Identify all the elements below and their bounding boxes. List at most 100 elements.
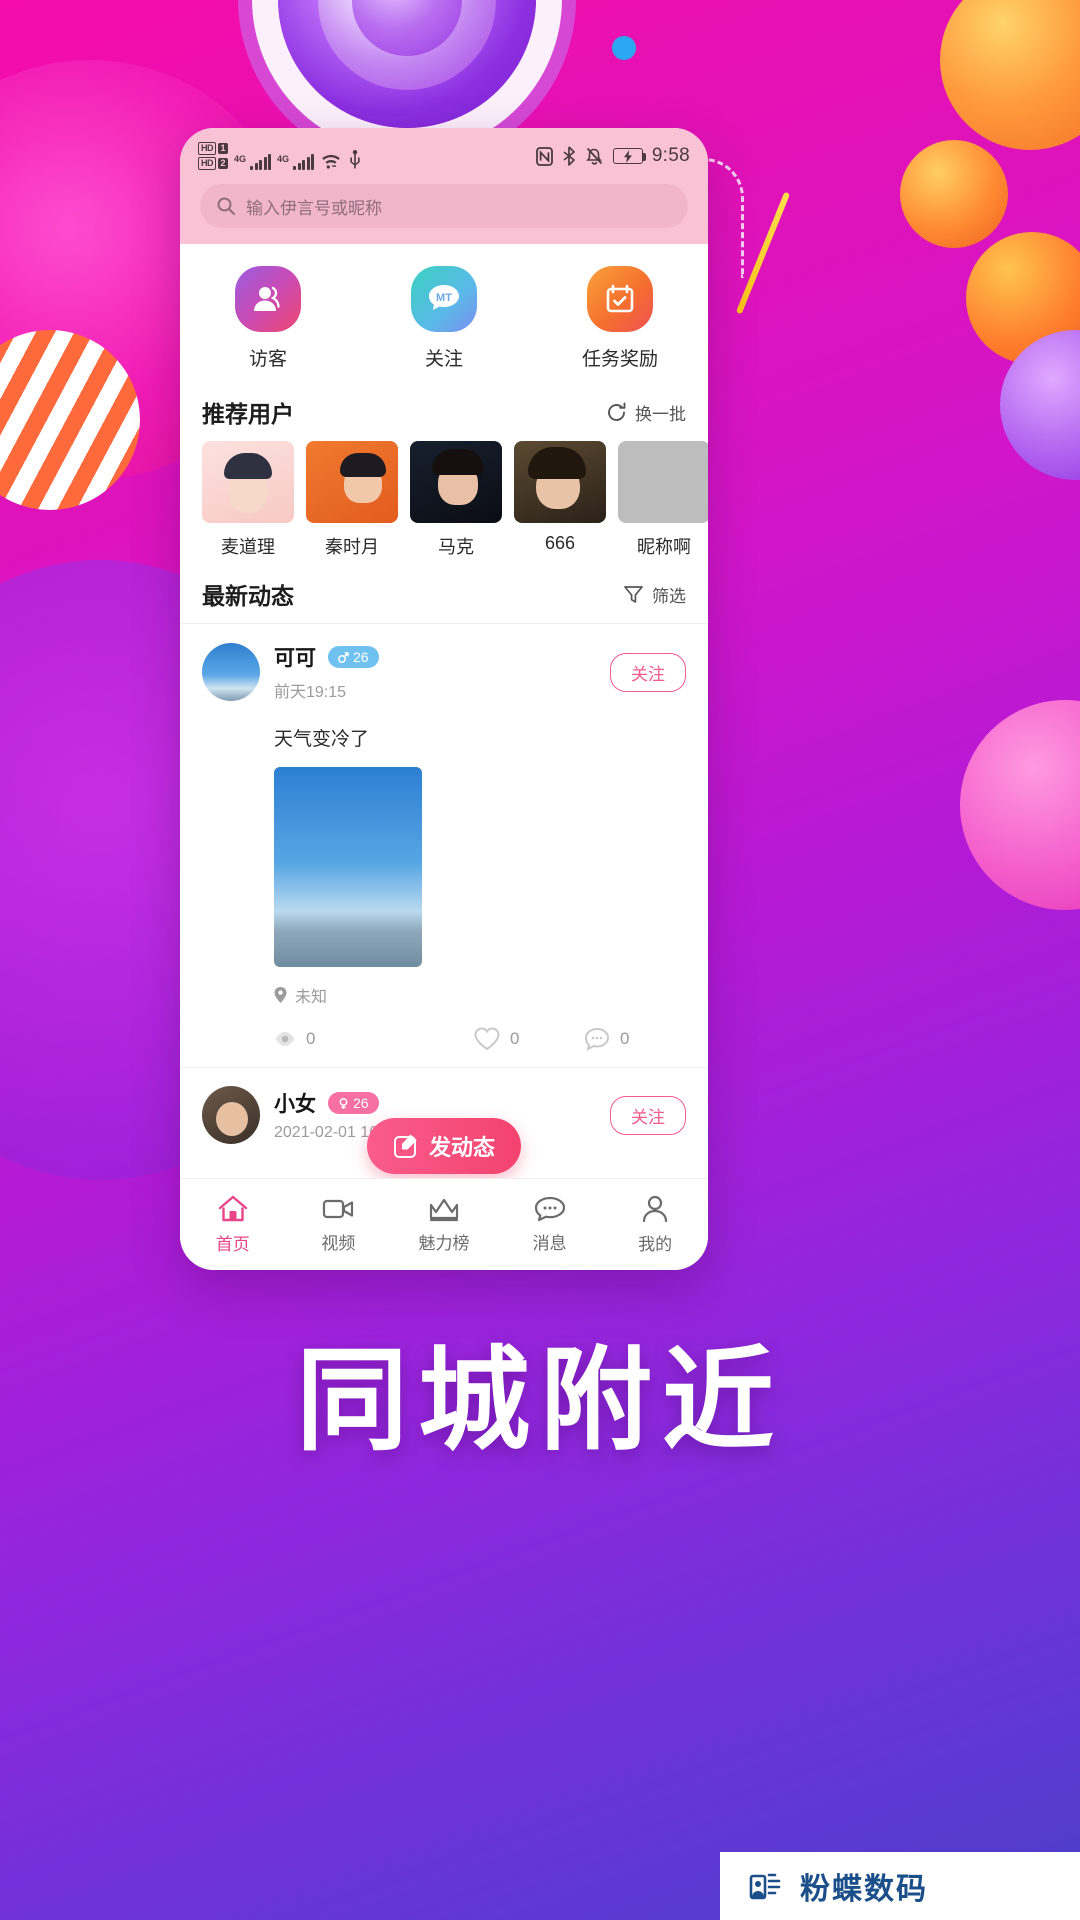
shortcut-visitor[interactable]: 访客 [180, 266, 356, 371]
status-bar: HD 1 HD 2 4G 4G 9:58 [180, 128, 708, 184]
signal-bars-icon-2 [293, 154, 315, 170]
battery-charging-icon [612, 148, 646, 164]
hd-sim-1-row: HD 1 [198, 142, 229, 155]
post-location: 未知 [274, 983, 686, 1007]
bg-blob-pink-right [960, 700, 1080, 910]
butterfly-logo-icon [748, 1866, 788, 1906]
post-comments[interactable]: 0 [584, 1027, 629, 1051]
post-author-age: 26 [353, 1095, 369, 1111]
bottom-navigation: 首页 视频 魅力榜 消息 我的 [180, 1178, 708, 1270]
shortcut-task[interactable]: 任务奖励 [532, 266, 708, 371]
bg-blob-orange-1 [940, 0, 1080, 150]
post-header: 可可 26 前天19:15 关注 [202, 642, 686, 702]
usb-icon [348, 150, 362, 170]
post-author-name[interactable]: 可可 [274, 642, 316, 672]
recommended-user-name: 麦道理 [221, 537, 275, 557]
nav-item-profile[interactable]: 我的 [602, 1179, 708, 1270]
sim-number-2: 2 [218, 158, 229, 169]
create-post-label: 发动态 [428, 1135, 496, 1160]
watermark-text: 粉蝶数码 [800, 1873, 928, 1906]
male-icon [338, 651, 349, 663]
network-type-1: 4G [234, 154, 247, 164]
create-post-button[interactable]: 发动态 [366, 1118, 522, 1174]
follow-button[interactable]: 关注 [610, 1095, 686, 1135]
nav-item-message[interactable]: 消息 [497, 1179, 603, 1270]
nav-item-video-label: 视频 [321, 1233, 356, 1253]
recommended-user-card[interactable]: 昵称啊 [618, 441, 708, 559]
refresh-users-label: 换一批 [635, 404, 686, 424]
recommend-title: 推荐用户 [202, 401, 294, 427]
nav-item-video[interactable]: 视频 [286, 1179, 392, 1270]
search-icon [216, 196, 236, 216]
recommended-users-carousel[interactable]: 麦道理 秦时月 马克 666 昵称啊 [180, 441, 708, 559]
heart-icon [474, 1027, 500, 1051]
post-likes-count: 0 [510, 1029, 520, 1048]
refresh-icon [606, 402, 627, 423]
avatar[interactable] [202, 1086, 260, 1144]
recommended-user-name: 666 [544, 533, 576, 553]
post-timestamp: 前天19:15 [274, 684, 347, 701]
comment-icon [584, 1027, 610, 1051]
shortcut-row: 访客 MT 关注 任务奖励 [180, 244, 708, 385]
avatar[interactable] [202, 643, 260, 701]
hd-badge-1: HD [198, 142, 216, 155]
follow-chat-icon: MT [411, 266, 477, 332]
crown-icon [428, 1196, 460, 1222]
avatar [202, 441, 294, 523]
search-section: 输入伊言号或昵称 [180, 184, 708, 244]
recommended-user-card[interactable]: 麦道理 [202, 441, 294, 559]
pencil-edit-icon [393, 1133, 419, 1159]
home-icon [218, 1195, 248, 1223]
shortcut-visitor-label: 访客 [248, 349, 287, 370]
task-reward-icon [587, 266, 653, 332]
recommended-user-name: 马克 [438, 537, 474, 557]
filter-label: 筛选 [652, 586, 686, 606]
recommended-user-card[interactable]: 马克 [410, 441, 502, 559]
recommended-user-name: 秦时月 [325, 537, 379, 557]
filter-button[interactable]: 筛选 [623, 582, 686, 607]
nav-item-home[interactable]: 首页 [180, 1179, 286, 1270]
search-input[interactable]: 输入伊言号或昵称 [246, 194, 382, 219]
post-likes[interactable]: 0 [474, 1027, 584, 1051]
message-icon [534, 1196, 566, 1222]
nav-item-message-label: 消息 [532, 1233, 567, 1253]
shortcut-follow[interactable]: MT 关注 [356, 266, 532, 371]
search-bar[interactable]: 输入伊言号或昵称 [200, 184, 688, 228]
visitor-icon [235, 266, 301, 332]
signal-group-2: 4G [277, 154, 315, 170]
refresh-users-button[interactable]: 换一批 [606, 400, 686, 425]
post-name-row: 可可 26 [274, 642, 596, 672]
feed-post[interactable]: 可可 26 前天19:15 关注 天气变冷了 未知 0 0 0 [180, 623, 708, 1067]
location-pin-icon [274, 987, 287, 1003]
follow-button[interactable]: 关注 [610, 652, 686, 692]
post-meta: 可可 26 前天19:15 [274, 642, 596, 702]
nav-item-charm-label: 魅力榜 [418, 1233, 470, 1253]
bg-dot-blue [612, 36, 636, 60]
nav-item-home-label: 首页 [215, 1234, 250, 1254]
status-bar-right: 9:58 [535, 145, 690, 167]
recommended-user-card[interactable]: 666 [514, 441, 606, 559]
recommend-header: 推荐用户 换一批 [180, 385, 708, 441]
recommended-user-card[interactable]: 秦时月 [306, 441, 398, 559]
avatar [618, 441, 708, 523]
avatar [514, 441, 606, 523]
filter-icon [623, 584, 644, 605]
post-image[interactable] [274, 767, 422, 967]
post-comments-count: 0 [620, 1029, 630, 1048]
post-text: 天气变冷了 [274, 729, 370, 750]
network-type-2: 4G [277, 154, 290, 164]
phone-mockup: HD 1 HD 2 4G 4G 9:58 输入伊言号或昵称 访客 MT 关注 任… [180, 128, 708, 1270]
feed-header: 最新动态 筛选 [180, 559, 708, 623]
nav-item-profile-label: 我的 [638, 1234, 673, 1254]
avatar [410, 441, 502, 523]
status-badge: 26 [328, 1092, 379, 1114]
post-author-name[interactable]: 小女 [274, 1088, 316, 1118]
avatar [306, 441, 398, 523]
hd-sim-2-row: HD 2 [198, 157, 229, 170]
signal-bars-icon-1 [250, 154, 272, 170]
post-name-row: 小女 26 [274, 1088, 596, 1118]
nav-item-charm[interactable]: 魅力榜 [391, 1179, 497, 1270]
status-badge: 26 [328, 646, 379, 668]
wifi-icon [320, 152, 342, 170]
post-author-age: 26 [353, 649, 369, 665]
